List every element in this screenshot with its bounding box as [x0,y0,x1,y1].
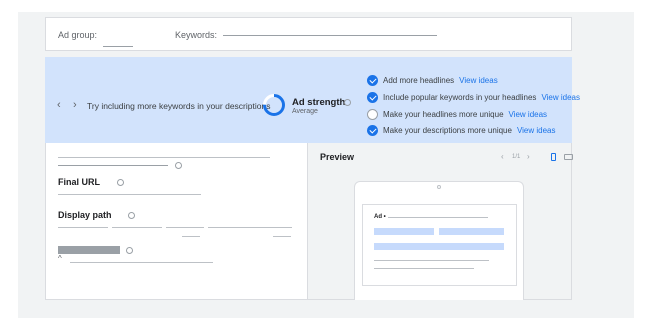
suggestion-item: Add more headlines View ideas [367,75,498,86]
ad-group-label: Ad group: [58,30,98,40]
suggestion-label: Include popular keywords in your headlin… [383,93,537,102]
description-line [374,260,489,261]
ad-strength-title: Ad strength [292,97,346,108]
chevron-left-icon[interactable]: ‹ [501,152,504,161]
ad-strength-banner: ‹ › Try including more keywords in your … [45,57,580,143]
view-ideas-link[interactable]: View ideas [459,76,498,85]
suggestion-item: Make your headlines more unique View ide… [367,109,547,120]
desktop-device-icon[interactable] [564,154,573,160]
chevron-left-icon[interactable]: ‹ [57,99,61,111]
suggestion-label: Make your descriptions more unique [383,126,512,135]
keywords-label: Keywords: [175,30,218,40]
field-line[interactable] [70,262,213,263]
check-circle-icon [367,92,378,103]
chevron-right-icon[interactable]: › [73,99,77,111]
mobile-device-icon[interactable] [551,153,556,161]
ad-url-line [388,217,488,218]
help-icon[interactable] [128,212,135,219]
final-url-input[interactable] [58,194,201,195]
headline-placeholder [439,228,504,235]
field-line[interactable] [58,157,270,158]
check-circle-icon [367,75,378,86]
phone-camera-icon [437,185,441,189]
preview-title: Preview [320,152,355,162]
page-indicator: 1/1 [512,154,521,160]
headline-placeholder [374,228,434,235]
display-path-field[interactable] [112,227,162,228]
check-circle-icon [367,125,378,136]
chevron-up-icon[interactable]: ^ [58,254,62,263]
display-path-counter [182,236,200,237]
ad-preview-card: Ad • [362,204,517,286]
field-line[interactable] [58,165,168,166]
description-line [374,268,474,269]
view-ideas-link[interactable]: View ideas [541,93,580,102]
display-path-field[interactable] [166,227,204,228]
suggestion-item: Include popular keywords in your headlin… [367,92,580,103]
help-icon[interactable] [126,247,133,254]
display-path-field[interactable] [208,227,292,228]
suggestion-item: Make your descriptions more unique View … [367,125,556,136]
ad-strength-ring-icon [263,94,285,116]
view-ideas-link[interactable]: View ideas [517,126,556,135]
help-icon[interactable] [344,99,351,106]
ad-group-value-field[interactable] [103,46,133,47]
empty-circle-icon [367,109,378,120]
view-ideas-link[interactable]: View ideas [509,110,548,119]
suggestion-label: Add more headlines [383,76,455,85]
preview-panel: Preview ‹ 1/1 › Ad • [308,143,573,300]
help-icon[interactable] [117,179,124,186]
suggestion-label: Make your headlines more unique [383,110,504,119]
keywords-value-field[interactable] [223,35,437,36]
headline-placeholder [374,243,504,250]
display-path-label: Display path [58,210,112,220]
chevron-right-icon[interactable]: › [527,152,530,161]
display-path-field[interactable] [58,227,108,228]
ad-label: Ad • [374,214,386,220]
ad-group-keywords-card: Ad group: Keywords: [45,17,572,51]
phone-mockup: Ad • [354,181,524,300]
collapsed-section-header[interactable] [58,246,120,254]
ad-strength-value: Average [292,108,318,115]
help-icon[interactable] [175,162,182,169]
ad-form-panel: Final URL Display path ^ [45,143,308,300]
final-url-label: Final URL [58,177,100,187]
banner-message: Try including more keywords in your desc… [87,101,271,111]
display-path-counter [273,236,291,237]
